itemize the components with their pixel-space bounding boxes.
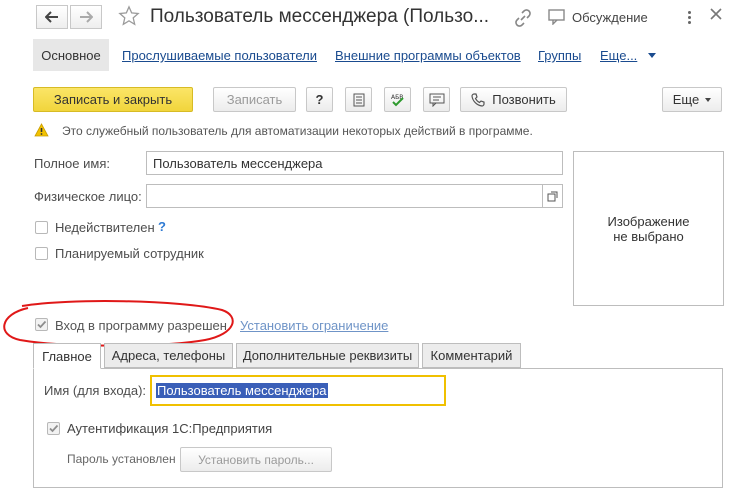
link-icon[interactable] xyxy=(514,9,532,30)
call-button[interactable]: Позвонить xyxy=(460,87,567,112)
nav-tab-more[interactable]: Еще... xyxy=(600,48,637,63)
inner-tab-comment-label: Комментарий xyxy=(430,348,513,363)
save-close-label: Записать и закрыть xyxy=(53,92,173,107)
image-placeholder-line1: Изображение xyxy=(607,213,690,229)
inner-tab-addresses-label: Адреса, телефоны xyxy=(111,348,226,363)
nav-tab-main-label: Основное xyxy=(41,47,101,63)
nav-tab-groups[interactable]: Группы xyxy=(538,48,581,63)
person-label: Физическое лицо: xyxy=(34,189,142,204)
login-name-field[interactable]: Пользователь мессенджера xyxy=(150,375,446,406)
set-restriction-link[interactable]: Установить ограничение xyxy=(240,318,388,333)
inner-tab-additional[interactable]: Дополнительные реквизиты xyxy=(236,343,419,368)
more-actions-button[interactable]: Еще xyxy=(662,87,722,112)
nav-tab-main[interactable]: Основное xyxy=(33,39,109,71)
discussion-label: Обсуждение xyxy=(572,9,648,25)
invalid-checkbox[interactable] xyxy=(35,221,48,234)
spellcheck-button[interactable]: АБВ xyxy=(384,87,411,112)
call-label: Позвонить xyxy=(492,92,556,107)
help-label: ? xyxy=(315,92,324,107)
full-name-label: Полное имя: xyxy=(34,156,110,171)
save-close-button[interactable]: Записать и закрыть xyxy=(33,87,193,112)
login-name-value: Пользователь мессенджера xyxy=(156,383,328,398)
spellcheck-icon: АБВ xyxy=(391,94,404,106)
login-name-label: Имя (для входа): xyxy=(44,383,147,398)
nav-more-dropdown-icon[interactable] xyxy=(648,53,656,58)
dropdown-arrow-icon xyxy=(705,97,712,102)
close-icon[interactable] xyxy=(709,7,723,24)
set-password-label: Установить пароль... xyxy=(198,452,314,467)
set-password-button[interactable]: Установить пароль... xyxy=(180,447,332,472)
person-field[interactable] xyxy=(146,184,543,208)
full-name-field[interactable]: Пользователь мессенджера xyxy=(146,151,563,175)
inner-tab-addresses[interactable]: Адреса, телефоны xyxy=(104,343,233,368)
auth-1c-label: Аутентификация 1С:Предприятия xyxy=(67,421,273,436)
forward-button[interactable] xyxy=(70,5,102,29)
checkmark-icon xyxy=(49,424,59,433)
message-button[interactable] xyxy=(423,87,450,112)
more-actions-label: Еще xyxy=(672,92,700,107)
report-button[interactable] xyxy=(345,87,372,112)
more-vertical-icon[interactable] xyxy=(686,9,692,26)
discussion-button[interactable]: Обсуждение xyxy=(548,9,648,25)
warning-icon xyxy=(34,123,49,140)
nav-tab-monitored-users[interactable]: Прослушиваемые пользователи xyxy=(122,48,317,63)
save-button[interactable]: Записать xyxy=(213,87,296,112)
arrow-left-icon xyxy=(45,11,58,23)
help-button[interactable]: ? xyxy=(306,87,333,112)
message-icon xyxy=(429,93,444,107)
favorite-star-icon[interactable] xyxy=(118,5,140,30)
document-list-icon xyxy=(353,93,364,106)
inner-tab-additional-label: Дополнительные реквизиты xyxy=(242,348,413,363)
phone-icon xyxy=(471,92,485,107)
save-label: Записать xyxy=(226,92,283,107)
inner-tab-main[interactable]: Главное xyxy=(33,343,101,369)
window-title: Пользователь мессенджера (Пользо... xyxy=(150,6,490,27)
arrow-right-icon xyxy=(80,11,93,23)
open-person-button[interactable] xyxy=(542,184,563,208)
planned-employee-label: Планируемый сотрудник xyxy=(55,246,204,261)
auth-1c-checkbox[interactable] xyxy=(47,422,60,435)
planned-employee-checkbox[interactable] xyxy=(35,247,48,260)
service-user-notice: Это служебный пользователь для автоматиз… xyxy=(62,124,533,138)
invalid-help-icon[interactable]: ? xyxy=(158,219,166,234)
speech-bubble-icon xyxy=(548,9,565,25)
invalid-label: Недействителен xyxy=(55,220,155,235)
password-status-label: Пароль установлен xyxy=(67,452,176,466)
nav-tab-external-programs[interactable]: Внешние программы объектов xyxy=(335,48,521,63)
back-button[interactable] xyxy=(36,5,68,29)
inner-tab-main-label: Главное xyxy=(42,348,92,364)
inner-tab-comment[interactable]: Комментарий xyxy=(422,343,521,368)
open-icon xyxy=(547,191,558,201)
image-placeholder[interactable]: Изображение не выбрано xyxy=(573,151,724,306)
image-placeholder-line2: не выбрано xyxy=(613,228,684,244)
